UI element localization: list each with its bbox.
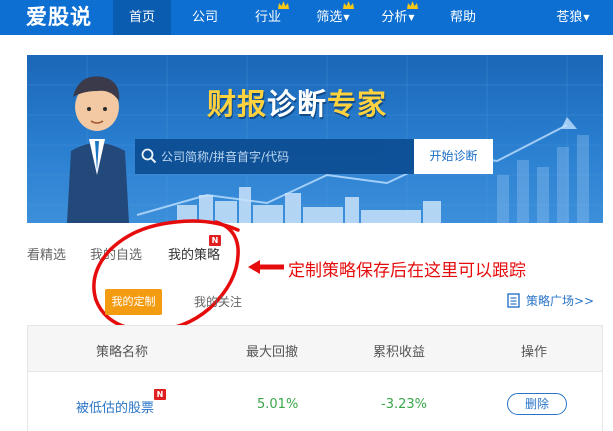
stock-search-input[interactable] [161, 139, 411, 174]
chevron-down-icon: ▼ [343, 13, 350, 22]
banner-title-part: 诊断 [267, 87, 328, 121]
nav-item-label: 帮助 [449, 10, 476, 25]
nav-item-label: 筛选 [316, 10, 343, 25]
chevron-down-icon: ▼ [408, 13, 415, 22]
nav-item-label: 行业 [254, 10, 281, 25]
column-header-strategy-name: 策略名称 [96, 345, 149, 360]
mascot-illustration [67, 76, 129, 223]
hero-banner: 财报诊断专家 开始诊断 [27, 55, 603, 223]
nav-item-home[interactable]: 首页 [113, 0, 171, 35]
new-badge: N [154, 389, 166, 400]
max-drawdown-value: 5.01% [257, 397, 299, 412]
cumulative-return-value: -3.23% [381, 397, 427, 412]
nav-item-label: 公司 [191, 10, 218, 25]
column-header-cumulative-return: 累积收益 [373, 345, 426, 360]
strategy-plaza-link[interactable]: 策略广场>> [507, 292, 594, 310]
document-icon [507, 293, 520, 308]
subtab-my-custom[interactable]: 我的定制 [105, 289, 162, 315]
column-header-action: 操作 [521, 345, 548, 360]
strategy-table: 策略名称 最大回撤 累积收益 操作 被低估的股票 N 5.01% -3.23% … [27, 325, 603, 431]
crown-icon [278, 1, 289, 9]
crown-icon [343, 1, 354, 9]
banner-title: 财报诊断专家 [207, 81, 387, 123]
stock-search-box [135, 139, 414, 174]
top-nav: 爱股说 首页 公司 行业 筛选▼ 分析▼ 帮助 苍狼▼ [0, 0, 613, 35]
nav-item-company[interactable]: 公司 [176, 0, 234, 35]
nav-item-help[interactable]: 帮助 [434, 0, 492, 35]
tab-featured[interactable]: 看精选 [27, 247, 66, 265]
column-header-max-drawdown: 最大回撤 [246, 345, 299, 360]
start-diagnosis-button[interactable]: 开始诊断 [414, 139, 493, 174]
annotation-text: 定制策略保存后在这里可以跟踪 [288, 261, 526, 281]
banner-title-part: 财报 [207, 87, 268, 121]
banner-title-part: 专家 [327, 87, 388, 121]
highlight-oval-annotation [92, 219, 240, 333]
site-logo[interactable]: 爱股说 [26, 3, 92, 31]
user-menu[interactable]: 苍狼▼ [548, 0, 598, 35]
crown-icon [407, 1, 418, 9]
nav-item-label: 首页 [128, 10, 155, 25]
arrow-left-icon [248, 260, 284, 274]
chevron-down-icon: ▼ [583, 13, 590, 22]
delete-button[interactable]: 删除 [507, 393, 567, 415]
user-name: 苍狼 [556, 10, 583, 25]
search-icon [141, 148, 157, 164]
strategy-name-link[interactable]: 被低估的股票 [76, 397, 154, 416]
nav-item-analysis[interactable]: 分析▼ [369, 0, 427, 35]
strategy-plaza-label: 策略广场>> [526, 294, 595, 308]
nav-item-label: 分析 [381, 10, 408, 25]
table-header: 策略名称 最大回撤 累积收益 操作 [28, 326, 602, 372]
subtab-my-following[interactable]: 我的关注 [194, 293, 242, 310]
